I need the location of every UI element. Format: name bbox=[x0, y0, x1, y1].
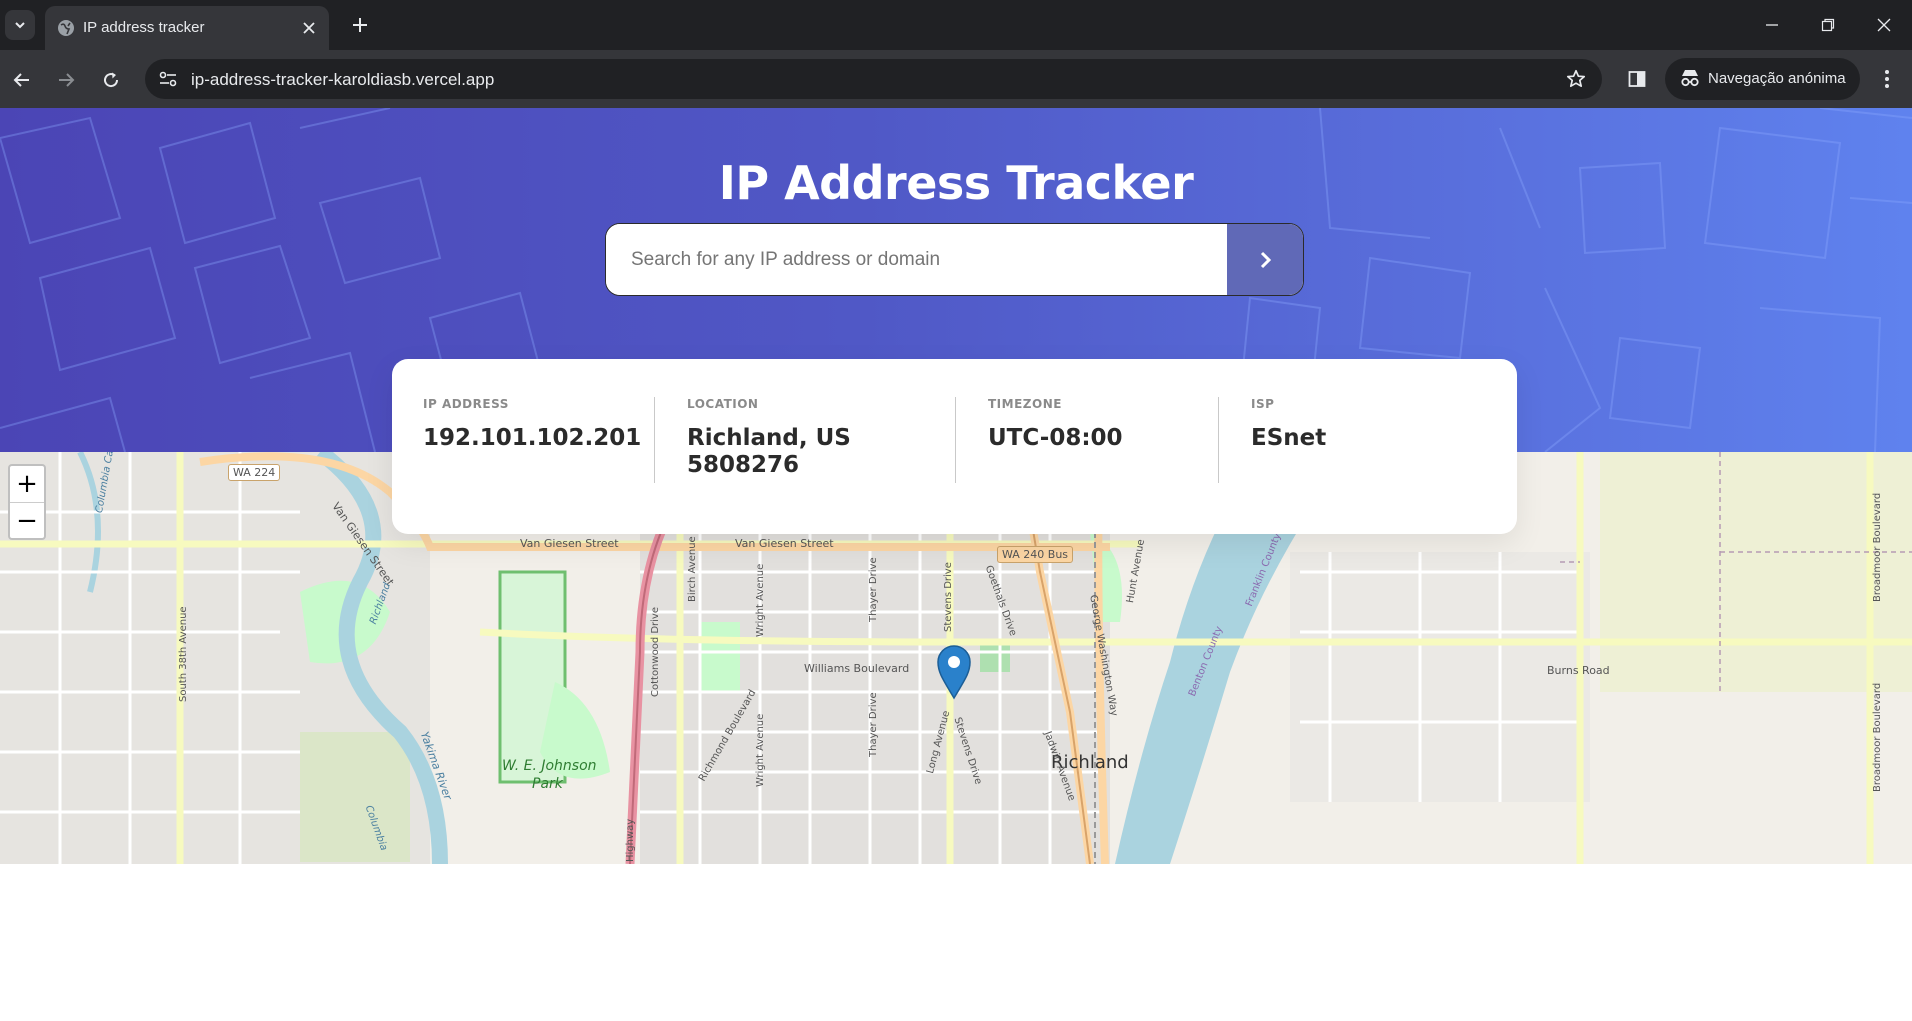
zoom-out-button[interactable]: − bbox=[10, 502, 44, 538]
reload-icon[interactable] bbox=[95, 64, 127, 96]
close-icon[interactable] bbox=[299, 18, 319, 38]
search-input[interactable] bbox=[606, 224, 1227, 295]
star-icon[interactable] bbox=[1564, 67, 1588, 91]
street-label: Thayer Drive bbox=[868, 692, 879, 757]
road-shield: WA 240 Bus bbox=[997, 546, 1074, 563]
street-label: Birch Avenue bbox=[687, 536, 698, 602]
url-text[interactable]: ip-address-tracker-karoldiasb.vercel.app bbox=[191, 70, 494, 90]
street-label: Williams Boulevard bbox=[804, 662, 910, 675]
isp-label: ISP bbox=[1251, 397, 1275, 411]
globe-icon bbox=[57, 19, 75, 42]
tab-title: IP address tracker bbox=[83, 19, 205, 36]
street-label: Thayer Drive bbox=[868, 557, 879, 622]
isp-section: ISP ESnet bbox=[1251, 397, 1326, 452]
incognito-icon bbox=[1679, 68, 1701, 93]
divider bbox=[654, 397, 655, 483]
divider bbox=[1218, 397, 1219, 483]
location-section: Location Richland, US 5808276 bbox=[687, 397, 851, 479]
street-label: Wright Avenue bbox=[755, 563, 766, 637]
browser-window: IP address tracker ip-address-tracker-ka… bbox=[0, 0, 1912, 1021]
kebab-menu-icon[interactable] bbox=[1874, 64, 1900, 94]
tab-search-icon[interactable] bbox=[5, 10, 35, 40]
tab-strip: IP address tracker bbox=[0, 0, 1912, 50]
forward-icon[interactable] bbox=[50, 64, 82, 96]
search-submit-button[interactable] bbox=[1227, 224, 1303, 295]
page-title: IP Address Tracker bbox=[718, 156, 1194, 210]
incognito-label: Navegação anónima bbox=[1708, 70, 1846, 87]
browser-toolbar: ip-address-tracker-karoldiasb.vercel.app… bbox=[0, 50, 1912, 108]
location-city: Richland, US bbox=[687, 425, 851, 451]
zoom-in-button[interactable]: + bbox=[10, 466, 44, 502]
street-label: Cottonwood Drive bbox=[650, 607, 661, 697]
chevron-right-icon bbox=[1260, 251, 1272, 268]
location-postal: 5808276 bbox=[687, 452, 800, 478]
street-label: South 38th Avenue bbox=[178, 606, 189, 702]
location-label: Location bbox=[687, 397, 759, 411]
close-window-icon[interactable] bbox=[1864, 10, 1904, 40]
timezone-value: UTC-08:00 bbox=[988, 425, 1123, 451]
incognito-chip[interactable]: Navegação anónima bbox=[1665, 58, 1860, 100]
isp-value: ESnet bbox=[1251, 425, 1327, 451]
ip-info-card: IP Address 192.101.102.201 Location Rich… bbox=[392, 359, 1517, 534]
minimize-icon[interactable] bbox=[1752, 10, 1792, 40]
park-label: W. E. Johnson bbox=[502, 758, 597, 774]
ip-address-value: 192.101.102.201 bbox=[423, 425, 642, 451]
address-bar[interactable]: ip-address-tracker-karoldiasb.vercel.app bbox=[145, 59, 1602, 99]
street-label: Broadmoor Boulevard bbox=[1872, 682, 1883, 792]
divider bbox=[955, 397, 956, 483]
street-label: Wright Avenue bbox=[755, 713, 766, 787]
street-label: Burns Road bbox=[1547, 664, 1610, 677]
street-label: Van Giesen Street bbox=[735, 537, 834, 550]
side-panel-icon[interactable] bbox=[1622, 64, 1652, 94]
location-value: Richland, US 5808276 bbox=[687, 425, 851, 479]
map-zoom-control: + − bbox=[8, 464, 46, 540]
park-label: Park bbox=[532, 776, 563, 792]
search-form bbox=[605, 223, 1304, 296]
ip-address-label: IP Address bbox=[423, 397, 509, 411]
browser-tab[interactable]: IP address tracker bbox=[45, 6, 329, 50]
timezone-label: Timezone bbox=[988, 397, 1062, 411]
street-label: Broadmoor Boulevard bbox=[1872, 492, 1883, 602]
ip-address-section: IP Address 192.101.102.201 bbox=[423, 397, 641, 452]
road-shield: WA 224 bbox=[228, 464, 281, 481]
page-footer-space bbox=[0, 864, 1912, 1021]
restore-icon[interactable] bbox=[1808, 10, 1848, 40]
back-icon[interactable] bbox=[6, 64, 38, 96]
plus-icon[interactable] bbox=[347, 12, 373, 38]
street-label: Van Giesen Street bbox=[520, 537, 619, 550]
street-label: Highway bbox=[625, 818, 636, 862]
site-info-icon[interactable] bbox=[155, 67, 181, 91]
timezone-section: Timezone UTC-08:00 bbox=[988, 397, 1123, 452]
street-label: Stevens Drive bbox=[943, 562, 954, 632]
